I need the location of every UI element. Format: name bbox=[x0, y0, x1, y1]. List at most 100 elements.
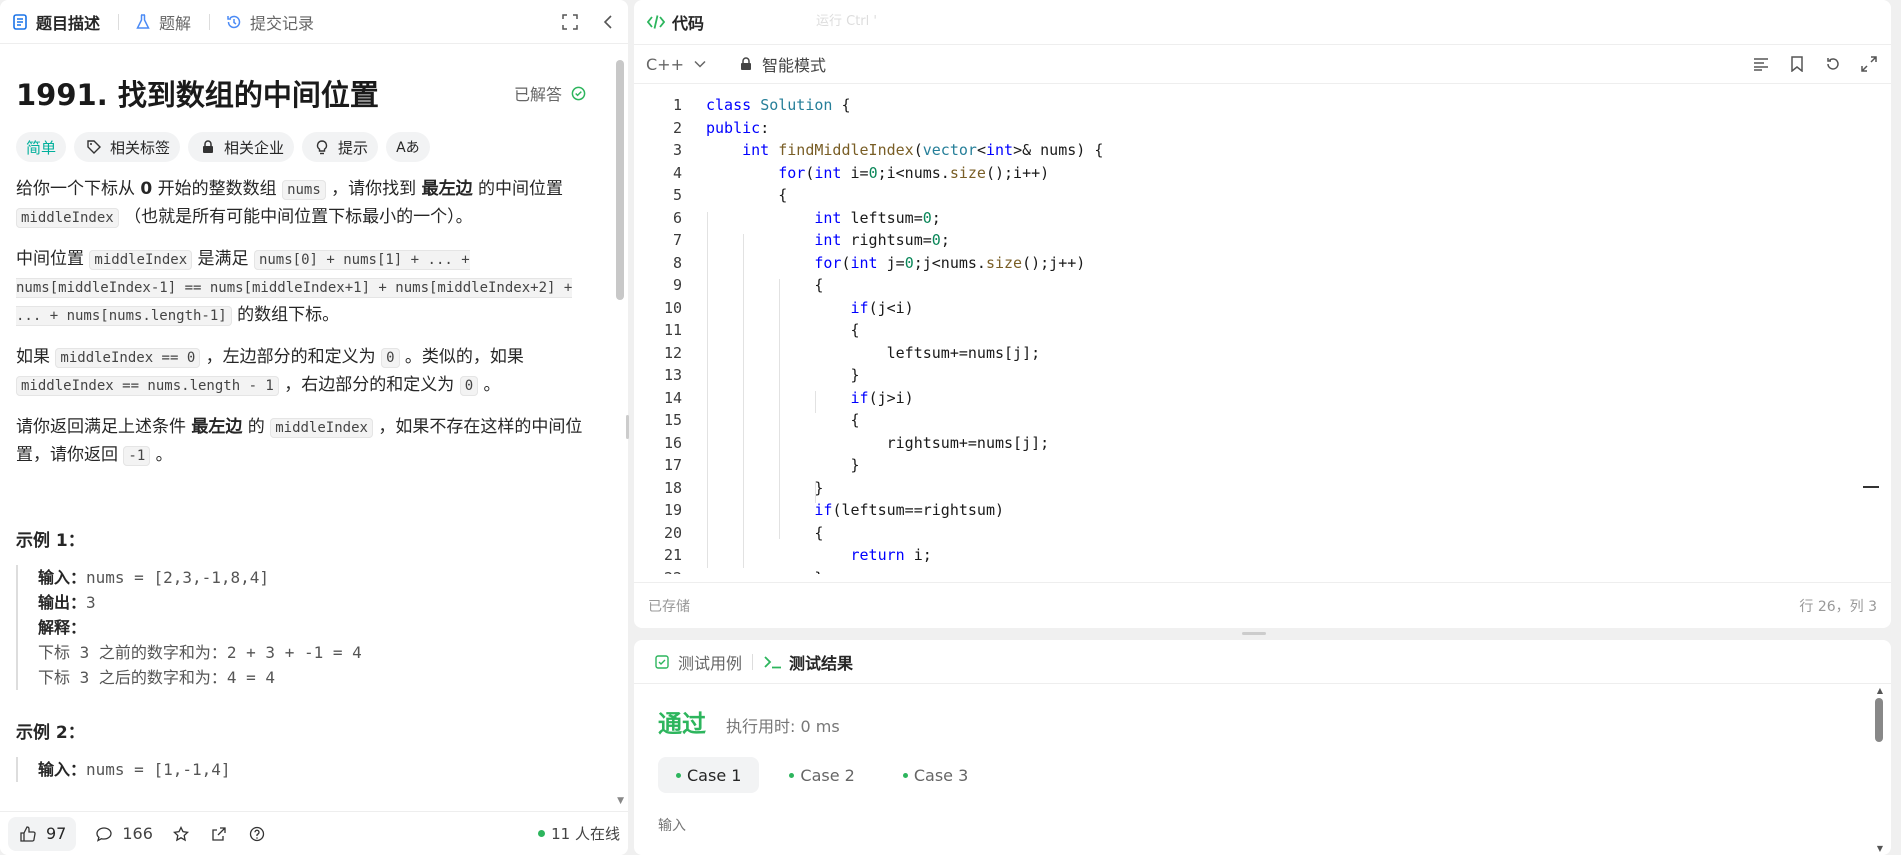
reset-icon[interactable] bbox=[1823, 54, 1843, 74]
collapse-left-icon[interactable] bbox=[598, 12, 618, 32]
scroll-down-arrow-icon[interactable]: ▼ bbox=[1877, 844, 1883, 853]
smart-mode-toggle[interactable]: 智能模式 bbox=[736, 52, 826, 76]
terminal-icon bbox=[763, 652, 783, 672]
result-status: 通过 bbox=[658, 710, 706, 738]
code-line: 6 int leftsum=0; bbox=[672, 208, 941, 227]
online-count: 11 人在线 bbox=[551, 825, 620, 843]
code-line: 21 return i; bbox=[663, 546, 932, 564]
example-2-block: 输入：nums = [1,-1,4] bbox=[16, 757, 592, 782]
online-indicator: 11 人在线 bbox=[538, 823, 620, 844]
like-count: 97 bbox=[46, 824, 67, 843]
example-1-output: 3 bbox=[86, 593, 96, 612]
scroll-up-arrow-icon[interactable]: ▲ bbox=[1877, 686, 1883, 695]
code-line: 10 if(j<i) bbox=[663, 298, 914, 317]
related-tags-button[interactable]: 相关标签 bbox=[74, 132, 181, 162]
code-line: 16 rightsum+=nums[j]; bbox=[663, 433, 1050, 452]
cursor-position: 行 26，列 3 bbox=[1799, 598, 1877, 615]
favorite-button[interactable] bbox=[171, 824, 191, 844]
lightbulb-icon bbox=[312, 137, 332, 157]
description-paragraph-2: 中间位置 middleIndex 是满足 nums[0] + nums[1] +… bbox=[16, 249, 573, 326]
case-tab-1[interactable]: Case 1 bbox=[658, 757, 760, 793]
like-button[interactable]: 97 bbox=[8, 816, 77, 851]
solved-label: 已解答 bbox=[513, 85, 562, 104]
problem-footer: 97 166 11 人在线 bbox=[0, 811, 628, 855]
overview-ruler-marker bbox=[1863, 486, 1879, 488]
problem-panel: 题目描述 题解 提交记录 1991. 找到数组的中间位置 已解答 简单 相关标签… bbox=[0, 0, 628, 855]
case-tab-2[interactable]: Case 2 bbox=[771, 757, 872, 793]
translate-icon: Aあ bbox=[396, 140, 420, 156]
share-button[interactable] bbox=[209, 824, 229, 844]
result-scrollbar[interactable] bbox=[1875, 698, 1883, 742]
check-circle-icon bbox=[568, 83, 588, 103]
code-line: 5 { bbox=[672, 186, 788, 204]
question-icon bbox=[247, 824, 267, 844]
problem-tabs: 题目描述 题解 提交记录 bbox=[0, 0, 628, 44]
result-summary: 通过 执行用时: 0 ms bbox=[658, 704, 1891, 739]
indent-guide bbox=[743, 234, 744, 568]
fullscreen-icon[interactable] bbox=[1859, 54, 1879, 74]
tab-test-result[interactable]: 测试结果 bbox=[763, 650, 853, 674]
tag-icon bbox=[84, 137, 104, 157]
code-line: 18 } bbox=[663, 478, 824, 497]
comments-button[interactable]: 166 bbox=[94, 824, 153, 844]
flask-icon bbox=[133, 12, 153, 32]
description-paragraph-3: 如果 middleIndex == 0 ，左边部分的和定义为 0 。类似的，如果… bbox=[16, 347, 524, 396]
hint-button[interactable]: 提示 bbox=[302, 132, 379, 162]
code-panel-header: 代码 运行 Ctrl ' bbox=[634, 0, 1891, 44]
runtime-text: 执行用时: 0 ms bbox=[726, 717, 840, 736]
editor-toolbar: C++ 智能模式 bbox=[634, 44, 1891, 84]
translate-button[interactable]: Aあ bbox=[386, 132, 430, 162]
tab-description[interactable]: 题目描述 bbox=[10, 10, 100, 34]
tab-solutions[interactable]: 题解 bbox=[133, 10, 191, 34]
comment-count: 166 bbox=[122, 824, 153, 843]
format-icon[interactable] bbox=[1751, 54, 1771, 74]
panel-controls bbox=[560, 12, 618, 32]
tab-test-result-label: 测试结果 bbox=[789, 653, 854, 673]
scroll-down-arrow-icon[interactable]: ▼ bbox=[617, 796, 624, 806]
code-line: 19 if(leftsum==rightsum) bbox=[663, 501, 1005, 519]
tab-testcase[interactable]: 测试用例 bbox=[652, 650, 742, 674]
problem-tags: 简单 相关标签 相关企业 提示 Aあ bbox=[16, 132, 592, 162]
chevron-down-icon bbox=[690, 54, 710, 74]
example-1-input: nums = [2,3,-1,8,4] bbox=[86, 568, 270, 587]
editor-status-bar: 已存储 行 26，列 3 bbox=[634, 582, 1891, 628]
related-companies-label: 相关企业 bbox=[224, 138, 285, 157]
vertical-resize-handle[interactable] bbox=[626, 415, 629, 439]
tab-divider bbox=[209, 13, 211, 30]
result-panel: 测试用例 测试结果 通过 执行用时: 0 ms Case 1 Case 2 Ca… bbox=[634, 640, 1891, 855]
hint-label: 提示 bbox=[338, 138, 369, 157]
online-dot-icon bbox=[538, 830, 546, 837]
code-line: 11 { bbox=[663, 321, 860, 339]
example-1-block: 输入：nums = [2,3,-1,8,4] 输出：3 解释： 下标 3 之前的… bbox=[16, 565, 592, 690]
example-1-title: 示例 1： bbox=[16, 531, 85, 551]
horizontal-resize-handle[interactable] bbox=[1242, 632, 1266, 635]
code-editor[interactable]: 1 class Solution { 2 public: 3 int findMid… bbox=[634, 94, 1891, 574]
difficulty-badge[interactable]: 简单 bbox=[16, 132, 67, 162]
tab-submissions[interactable]: 提交记录 bbox=[224, 10, 314, 34]
pass-dot-icon bbox=[676, 772, 681, 778]
case-tab-3[interactable]: Case 3 bbox=[885, 757, 986, 793]
expand-icon[interactable] bbox=[560, 12, 580, 32]
language-select[interactable]: C++ bbox=[646, 54, 710, 74]
comment-icon bbox=[94, 824, 114, 844]
code-line: 2 public: bbox=[672, 118, 770, 137]
pass-dot-icon bbox=[789, 772, 795, 778]
indent-guide bbox=[815, 391, 816, 413]
difficulty-label: 简单 bbox=[26, 138, 57, 157]
related-companies-button[interactable]: 相关企业 bbox=[188, 132, 295, 162]
star-icon bbox=[171, 824, 191, 844]
code-line: 22 } bbox=[634, 567, 1891, 575]
code-line: 12 leftsum+=nums[j]; bbox=[663, 343, 1041, 362]
result-tabs: 测试用例 测试结果 bbox=[634, 640, 1891, 684]
problem-content: 1991. 找到数组的中间位置 已解答 简单 相关标签 相关企业 提示 Aあ 给… bbox=[0, 44, 608, 809]
input-section-label: 输入 bbox=[658, 818, 686, 834]
problem-scrollbar[interactable] bbox=[616, 60, 624, 300]
saved-status: 已存储 bbox=[648, 598, 690, 615]
example-1-explain-2: 下标 3 之后的数字和为：4 = 4 bbox=[38, 668, 276, 687]
example-2-input: nums = [1,-1,4] bbox=[86, 760, 231, 779]
help-button[interactable] bbox=[247, 824, 267, 844]
bookmark-icon[interactable] bbox=[1787, 54, 1807, 74]
doc-icon bbox=[10, 12, 30, 32]
example-1-explain-1: 下标 3 之前的数字和为：2 + 3 + -1 = 4 bbox=[38, 643, 362, 662]
code-line: 17 } bbox=[663, 456, 860, 474]
